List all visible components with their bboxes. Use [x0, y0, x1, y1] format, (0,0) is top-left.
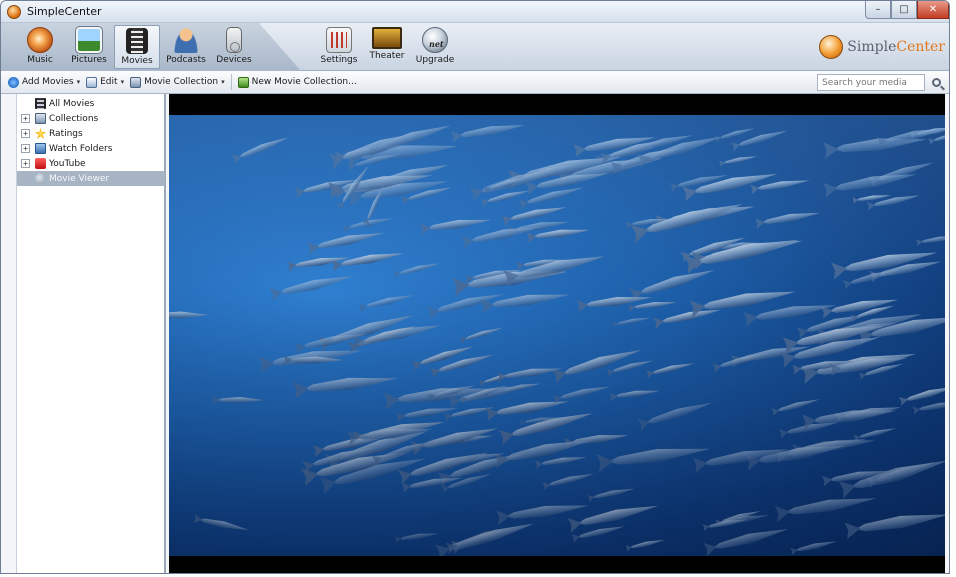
library-sidebar: All Movies + Collections + Ratings + Wat… [16, 94, 166, 573]
video-frame[interactable] [169, 115, 945, 556]
expand-icon[interactable]: + [21, 144, 30, 153]
search-button[interactable] [927, 74, 945, 91]
folder-icon [35, 143, 46, 154]
brand-logo: Simple Center [819, 35, 945, 59]
sidebar-item-label: All Movies [49, 98, 95, 109]
podcasts-icon [173, 27, 199, 53]
edit-icon [86, 76, 98, 88]
sidebar-item-youtube[interactable]: + YouTube [17, 156, 165, 171]
brand-name-center: Center [896, 39, 945, 55]
collection-icon [35, 113, 46, 124]
brand-logo-icon [819, 35, 844, 59]
edit-label: Edit [100, 77, 118, 87]
movies-icon [126, 28, 148, 54]
movies-icon [35, 98, 46, 109]
music-icon [27, 27, 53, 53]
movie-player[interactable] [169, 94, 945, 573]
upgrade-icon [422, 27, 448, 53]
devices-icon [226, 27, 242, 53]
nav-movies-label: Movies [121, 56, 153, 66]
nav-movies[interactable]: Movies [114, 25, 160, 69]
add-icon [8, 76, 19, 88]
sidebar-item-label: Ratings [49, 128, 83, 139]
sidebar-item-watch-folders[interactable]: + Watch Folders [17, 141, 165, 156]
pictures-icon [75, 26, 103, 54]
sidebar-item-movie-viewer[interactable]: Movie Viewer [17, 171, 165, 186]
add-movies-label: Add Movies [22, 77, 74, 87]
nav-podcasts-label: Podcasts [166, 55, 206, 65]
settings-icon [326, 27, 352, 53]
nav-upgrade[interactable]: Upgrade [412, 25, 458, 69]
search-input[interactable] [817, 74, 925, 91]
nav-theater-label: Theater [369, 51, 405, 61]
app-logo-icon[interactable] [7, 5, 21, 19]
nav-upgrade-label: Upgrade [415, 55, 455, 65]
maximize-button[interactable]: □ [891, 1, 917, 19]
expand-icon[interactable]: + [21, 114, 30, 123]
new-movie-collection-button[interactable]: New Movie Collection... [235, 73, 360, 92]
expand-icon[interactable]: + [21, 129, 30, 138]
sidebar-item-label: Movie Viewer [49, 173, 110, 184]
brand-name-simple: Simple [847, 39, 897, 55]
search-icon [931, 78, 941, 87]
nav-devices[interactable]: Devices [211, 25, 257, 69]
app-window: SimpleCenter – □ ✕ Music Pictures Movies… [0, 0, 950, 574]
chevron-down-icon: ▾ [221, 78, 225, 86]
nav-devices-label: Devices [216, 55, 252, 65]
sidebar-item-label: Collections [49, 113, 99, 124]
sidebar-item-all-movies[interactable]: All Movies [17, 96, 165, 111]
movie-viewer-icon [35, 173, 46, 184]
nav-pictures[interactable]: Pictures [66, 25, 112, 69]
main-nav-bar: Music Pictures Movies Podcasts Devices S… [1, 23, 949, 71]
expand-icon[interactable]: + [21, 159, 30, 168]
sidebar-item-collections[interactable]: + Collections [17, 111, 165, 126]
star-icon [35, 128, 46, 139]
window-controls: – □ ✕ [865, 1, 949, 20]
minimize-button[interactable]: – [865, 1, 891, 19]
add-movies-button[interactable]: Add Movies ▾ [5, 73, 83, 92]
youtube-icon [35, 158, 46, 169]
nav-theater[interactable]: Theater [364, 25, 410, 69]
window-title: SimpleCenter [27, 5, 102, 18]
sidebar-item-ratings[interactable]: + Ratings [17, 126, 165, 141]
video-vignette [169, 115, 945, 556]
new-movie-collection-label: New Movie Collection... [251, 77, 357, 87]
nav-pictures-label: Pictures [71, 55, 107, 65]
nav-music[interactable]: Music [17, 25, 63, 69]
title-bar[interactable]: SimpleCenter – □ ✕ [1, 1, 949, 23]
collection-icon [130, 76, 142, 88]
movie-collection-button[interactable]: Movie Collection ▾ [127, 73, 228, 92]
theater-icon [372, 27, 402, 49]
close-button[interactable]: ✕ [917, 1, 949, 19]
nav-music-label: Music [27, 55, 53, 65]
sidebar-item-label: Watch Folders [49, 143, 113, 154]
toolbar-divider [230, 74, 232, 90]
command-bar: Add Movies ▾ Edit ▾ Movie Collection ▾ N… [1, 71, 949, 94]
chevron-down-icon: ▾ [76, 78, 81, 86]
sidebar-item-label: YouTube [49, 158, 86, 169]
nav-settings-label: Settings [320, 55, 358, 65]
new-collection-icon [237, 76, 249, 88]
edit-button[interactable]: Edit ▾ [83, 73, 127, 92]
nav-settings[interactable]: Settings [316, 25, 362, 69]
chevron-down-icon: ▾ [120, 78, 125, 86]
movie-collection-label: Movie Collection [144, 77, 219, 87]
nav-podcasts[interactable]: Podcasts [163, 25, 209, 69]
